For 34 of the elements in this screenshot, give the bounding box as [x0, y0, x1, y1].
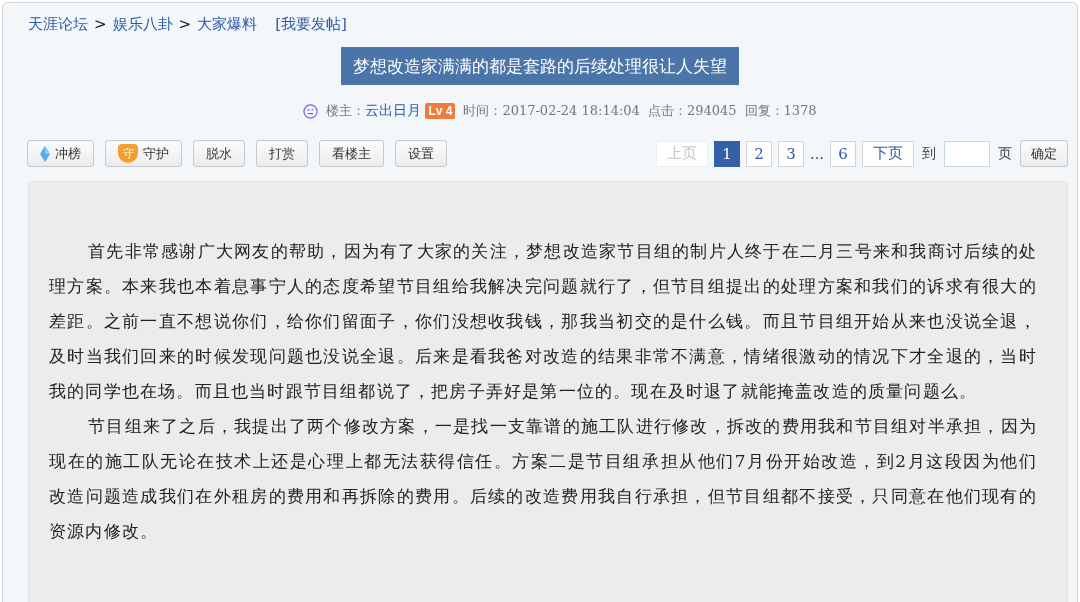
toolbar-button[interactable]: 冲榜 — [27, 140, 94, 167]
breadcrumb-link[interactable]: 娱乐八卦 — [112, 14, 173, 34]
goto-label: 到 — [922, 144, 936, 163]
post-paragraph: 首先非常感谢广大网友的帮助，因为有了大家的关注，梦想改造家节目组的制片人终于在二月三号来和我商讨后续的处理方案。本来我也本着息事宁人的态度希望节目组给我解决完问题就行了，但节目组提出的处理方案和我们的诉求有很大的差距。之前一直不想说你们，给你们留面子，你们没想收我钱，那我当初交的是什么钱。而且节目组开始从来也没说全退，及时当我们回来的时候发现问题也没说全退。后来是看我爸对改造的结果非常不满意，情绪很激动的情况下才全退的，当时我的同学也在场。而且也当时跟节目组都说了，把房子弄好是第一位的。现在及时退了就能掩盖改造的质量问题么。 — [49, 240, 1037, 403]
breadcrumb-separator: > — [94, 15, 107, 33]
ellipsis: … — [810, 145, 824, 162]
shield-icon: 守 — [118, 144, 138, 163]
toolbar-button[interactable]: 打赏 — [256, 140, 308, 167]
time-text: 时间：2017-02-24 18:14:04 — [463, 102, 640, 120]
page-number-field[interactable] — [944, 140, 990, 167]
breadcrumb-link[interactable]: 天涯论坛 — [28, 14, 88, 34]
post-title: 梦想改造家满满的都是套路的后续处理很让人失望 — [341, 47, 739, 85]
author-link[interactable]: 云出日月 — [365, 102, 422, 120]
page-button[interactable]: 3 — [778, 140, 804, 167]
page-unit-label: 页 — [998, 144, 1012, 163]
post-paragraph: 节目组来了之后，我提出了两个修改方案，一是找一支靠谱的施工队进行修改，拆改的费用我和节目组对半承担，因为现在的施工队无论在技术上还是心理上都无法获得信任。方案二是节目组承担从他们7月份开始改造，到2月这段因为他们改造问题造成我们在外租房的费用和再拆除的费用。后续的改造费用我自行承担，但节目组都不接受，只同意在他们现有的资源内修改。 — [49, 415, 1037, 543]
confirm-button[interactable]: 确定 — [1020, 140, 1068, 167]
author-label: 楼主： — [326, 102, 366, 120]
replies-text: 回复：1378 — [744, 102, 817, 120]
new-post-link[interactable]: [我要发帖] — [275, 14, 347, 34]
clicks-text: 点击：294045 — [647, 102, 737, 120]
page-button[interactable]: 6 — [830, 140, 856, 167]
toolbar-button[interactable]: 看楼主 — [319, 140, 384, 167]
toolbar-button[interactable]: 守 守护 — [105, 140, 182, 167]
next-page-button[interactable]: 下页 — [862, 140, 914, 167]
toolbar-button[interactable]: 脱水 — [193, 140, 245, 167]
face-icon — [303, 103, 319, 119]
toolbar-button[interactable]: 设置 — [395, 140, 447, 167]
diamond-icon — [40, 145, 50, 162]
page-button[interactable]: 2 — [746, 140, 772, 167]
level-badge: Lv 4 — [425, 103, 456, 119]
breadcrumb-link[interactable]: 大家爆料 — [197, 14, 258, 34]
page-button[interactable]: 1 — [714, 140, 740, 167]
breadcrumb-separator: > — [178, 15, 192, 33]
